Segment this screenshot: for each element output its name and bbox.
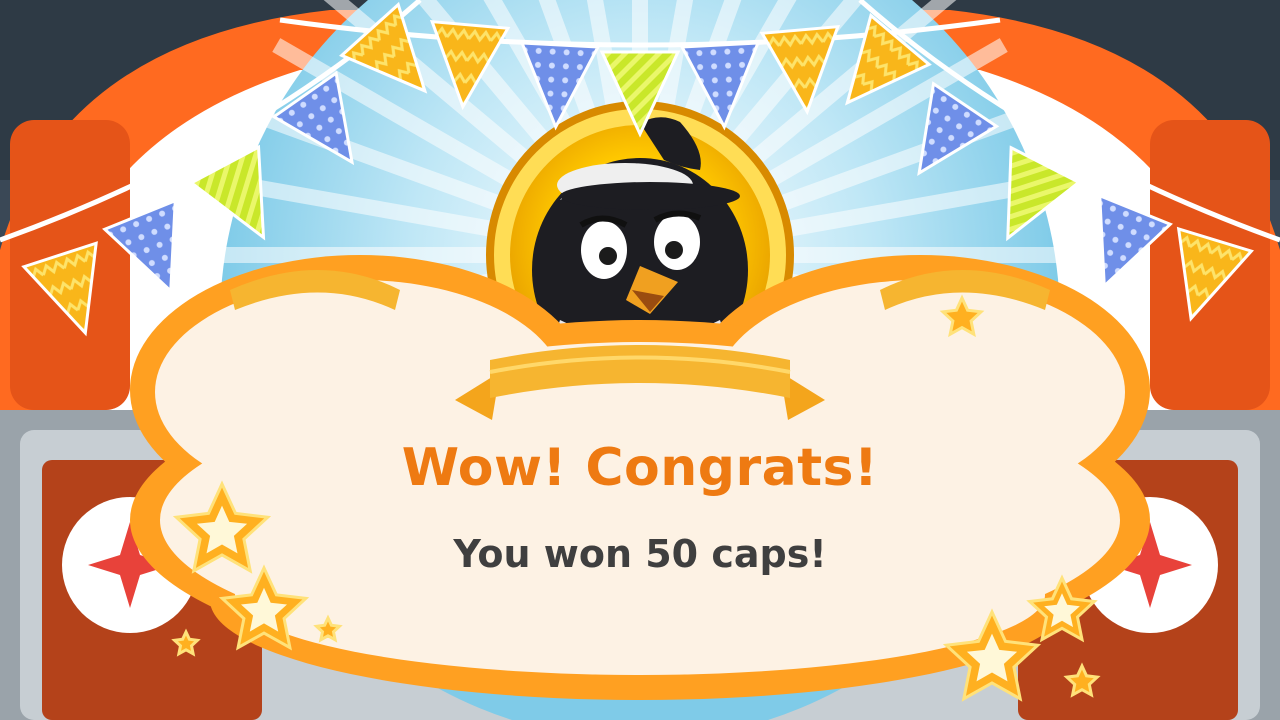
reward-message: You won 50 caps! — [453, 532, 827, 576]
reward-screen: Wow! Congrats! You won 50 caps! — [0, 0, 1280, 720]
reward-scene — [0, 0, 1280, 720]
congrats-title: Wow! Congrats! — [401, 438, 879, 498]
